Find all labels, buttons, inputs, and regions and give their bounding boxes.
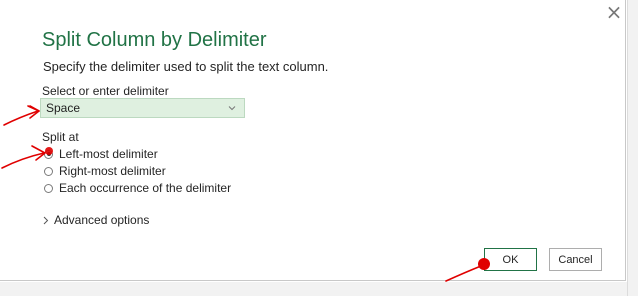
chevron-right-icon bbox=[43, 216, 49, 224]
close-icon[interactable]: × bbox=[604, 2, 624, 22]
dialog-title: Split Column by Delimiter bbox=[42, 29, 267, 51]
dialog-subtitle: Specify the delimiter used to split the … bbox=[43, 59, 329, 74]
radio-label: Each occurrence of the delimiter bbox=[59, 181, 232, 195]
radio-label: Right-most delimiter bbox=[59, 164, 166, 178]
window-edge bbox=[627, 0, 638, 296]
window-bottom-edge bbox=[0, 282, 627, 296]
radio-button[interactable] bbox=[44, 166, 53, 176]
radio-button[interactable] bbox=[44, 149, 53, 159]
ok-button[interactable]: OK bbox=[484, 248, 537, 271]
delimiter-select-value: Space bbox=[46, 101, 81, 115]
split-at-label: Split at bbox=[42, 130, 79, 144]
delimiter-label: Select or enter delimiter bbox=[42, 84, 169, 98]
split-column-dialog: × Split Column by Delimiter Specify the … bbox=[0, 0, 626, 281]
radio-each-occurrence[interactable]: Each occurrence of the delimiter bbox=[44, 179, 231, 197]
cancel-button[interactable]: Cancel bbox=[549, 248, 602, 271]
radio-left-most[interactable]: Left-most delimiter bbox=[44, 145, 158, 163]
delimiter-select[interactable]: Space bbox=[40, 98, 245, 118]
radio-button[interactable] bbox=[44, 183, 53, 193]
chevron-down-icon bbox=[228, 106, 236, 111]
advanced-options-toggle[interactable]: Advanced options bbox=[43, 213, 149, 227]
radio-label: Left-most delimiter bbox=[59, 147, 158, 161]
advanced-options-label: Advanced options bbox=[54, 213, 150, 227]
radio-right-most[interactable]: Right-most delimiter bbox=[44, 162, 166, 180]
